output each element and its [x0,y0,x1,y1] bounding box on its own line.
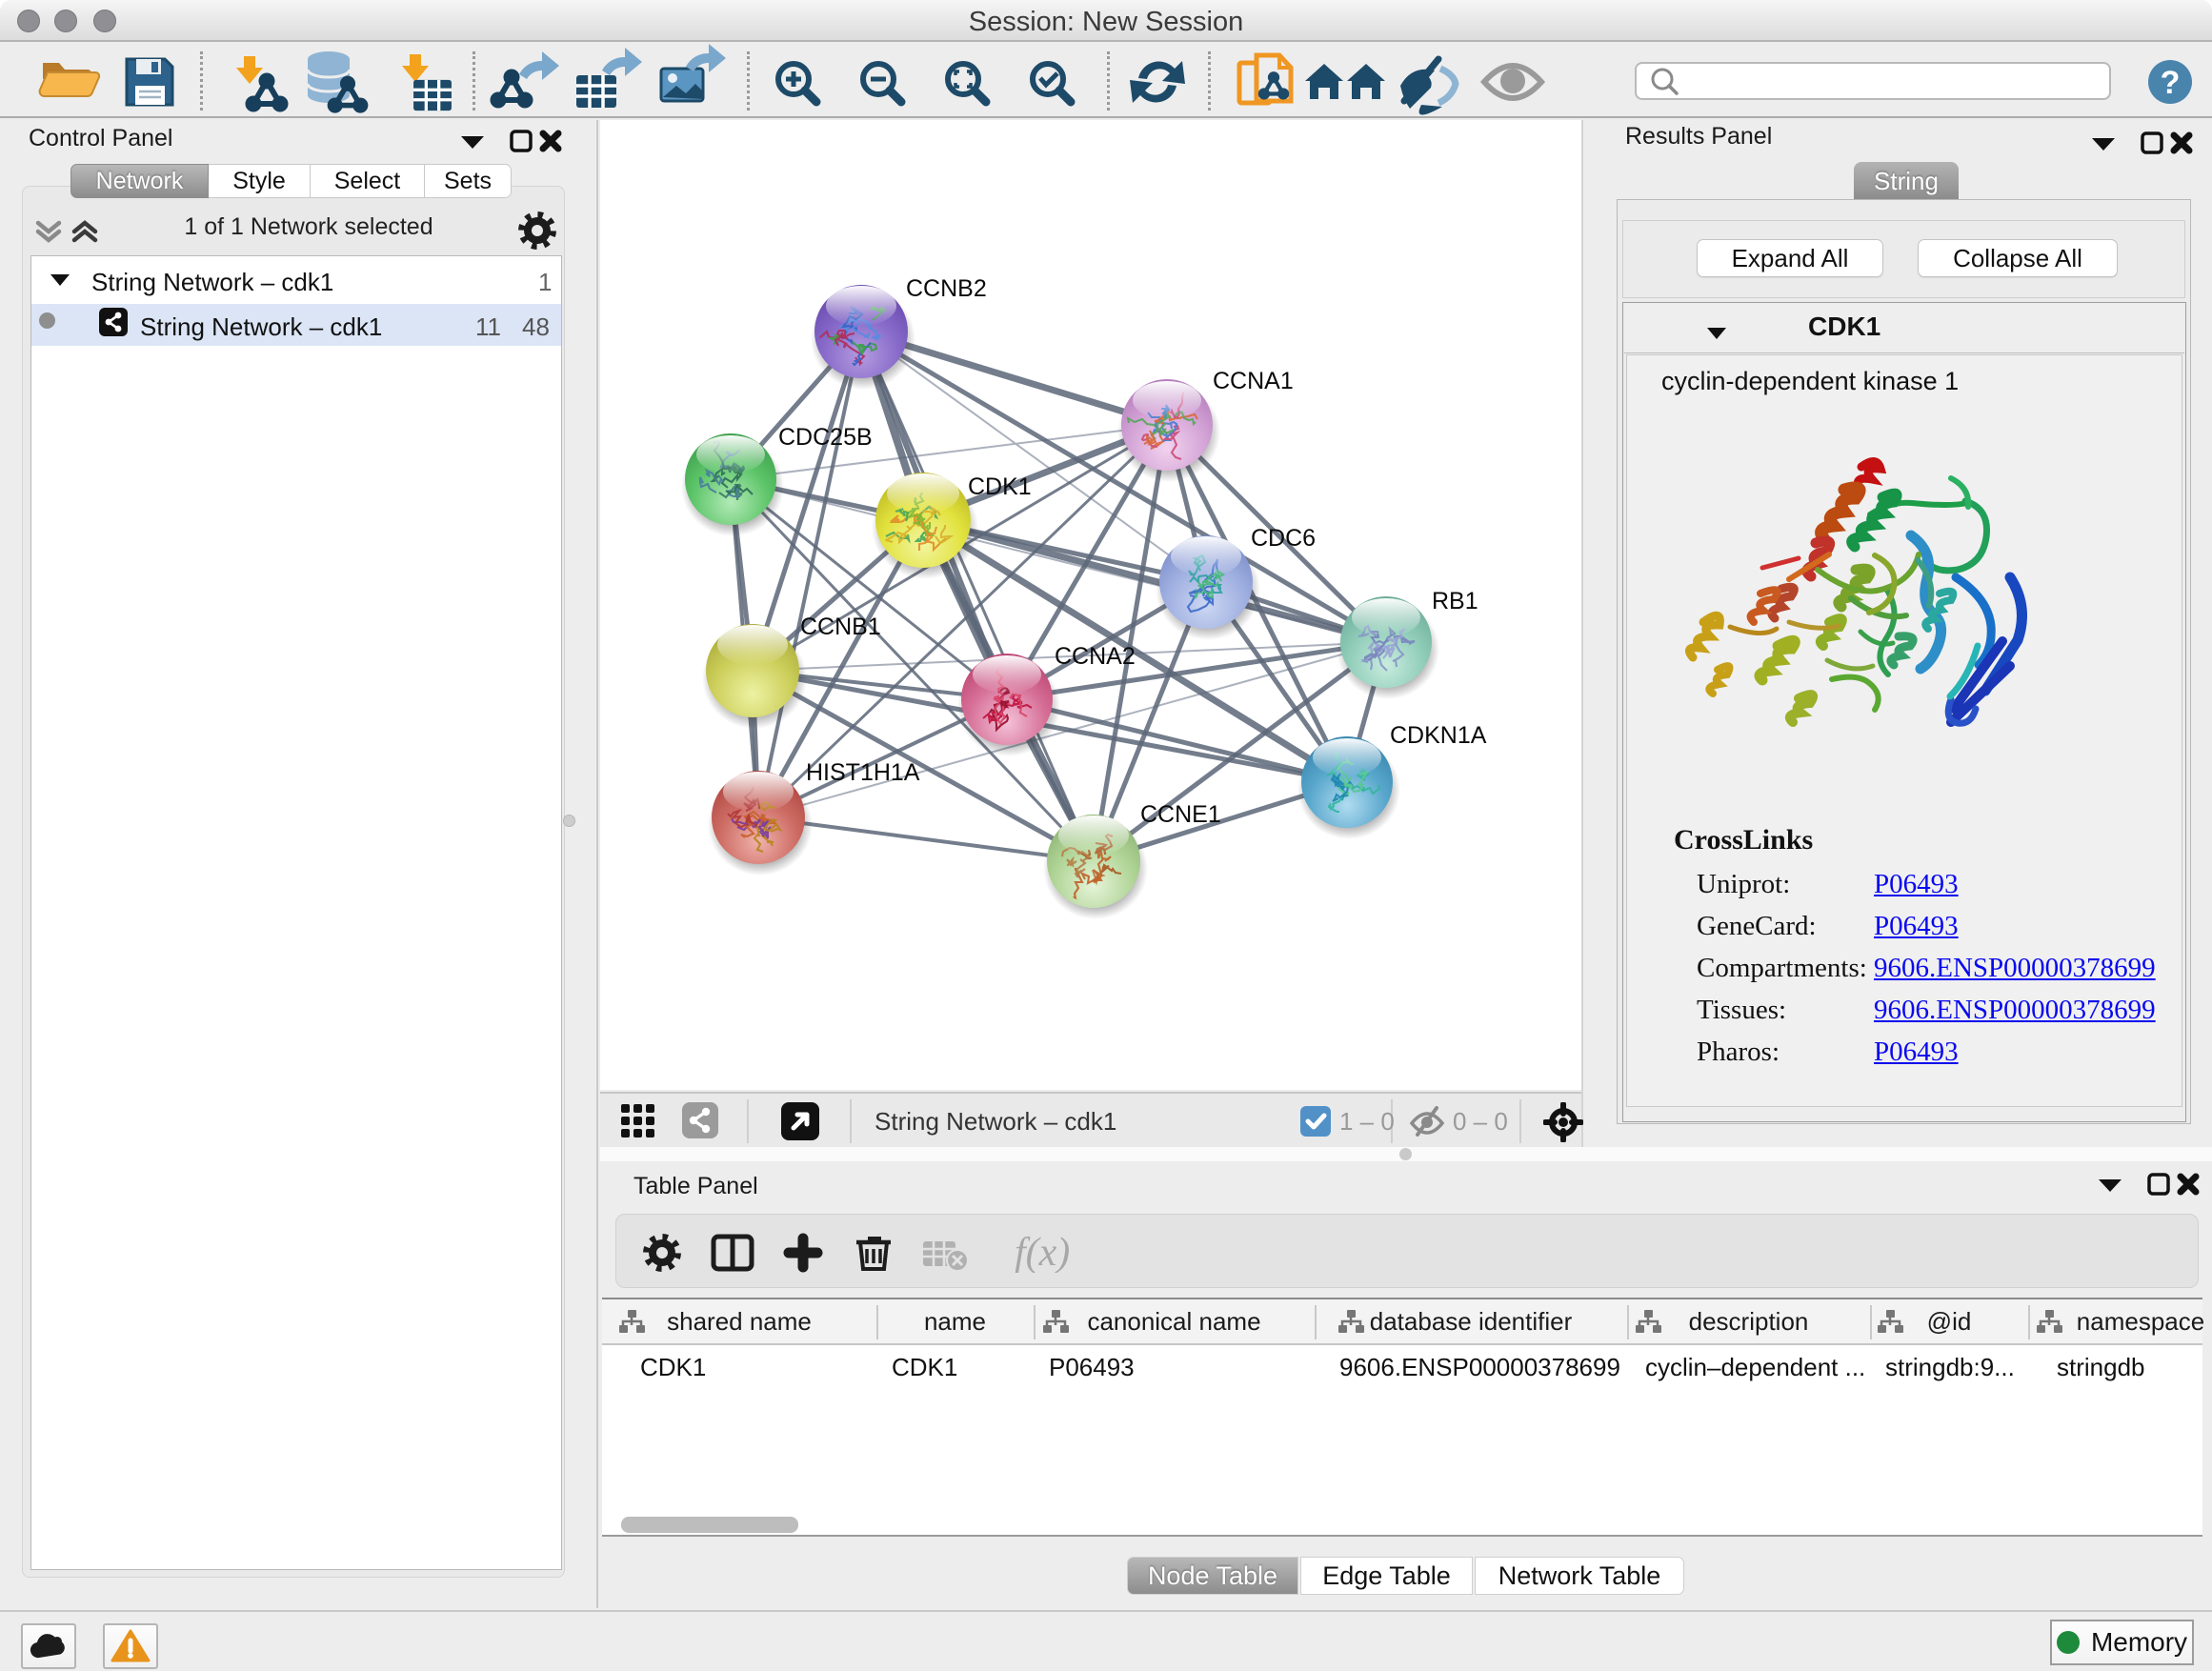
svg-text:CDKN1A: CDKN1A [1390,722,1487,749]
svg-text:CCNA1: CCNA1 [1213,368,1294,394]
svg-text:RB1: RB1 [1432,588,1478,614]
svg-text:CDC25B: CDC25B [778,424,873,451]
svg-text:f(x): f(x) [1015,1233,1070,1273]
svg-text:HIST1H1A: HIST1H1A [806,759,920,786]
svg-text:CCNE1: CCNE1 [1140,801,1221,828]
svg-text:CCNB1: CCNB1 [800,614,881,640]
svg-text:CDC6: CDC6 [1251,525,1316,552]
svg-text:CDK1: CDK1 [968,473,1032,500]
svg-text:CCNA2: CCNA2 [1055,643,1136,670]
svg-text:?: ? [2161,65,2181,101]
svg-text:CCNB2: CCNB2 [906,275,987,302]
